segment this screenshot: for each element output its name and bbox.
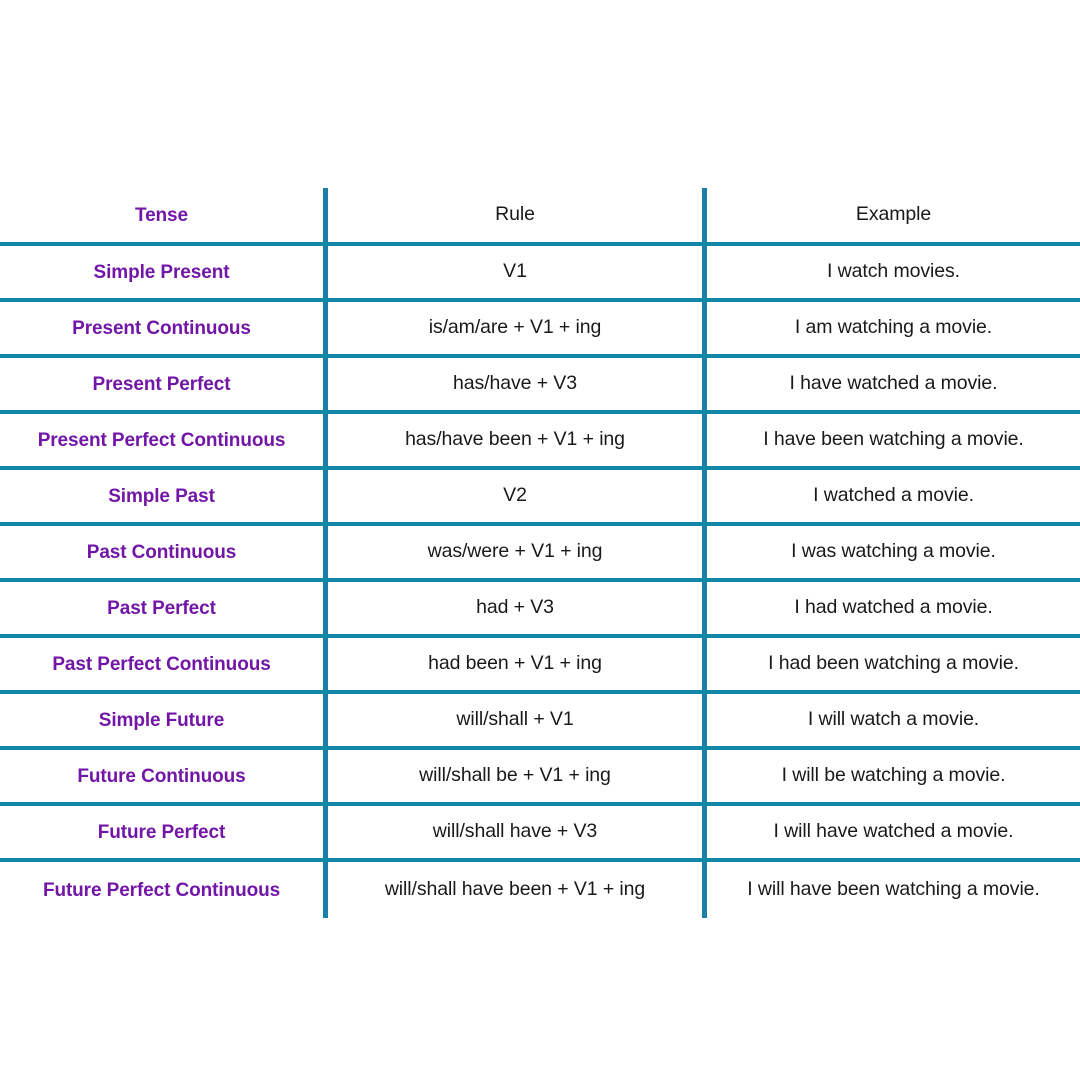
tense-name: Past Perfect xyxy=(107,597,216,619)
tense-rule: is/am/are + V1 + ing xyxy=(428,316,602,339)
tense-name: Future Perfect xyxy=(97,821,226,843)
cell-example: I have watched a movie. xyxy=(707,358,1080,410)
cell-rule: V1 xyxy=(328,246,707,298)
tense-rule: V1 xyxy=(503,260,527,283)
tense-name: Past Continuous xyxy=(86,541,237,563)
column-header-rule: Rule xyxy=(328,188,707,242)
tense-rule: had + V3 xyxy=(476,596,554,619)
tense-rule: has/have been + V1 + ing xyxy=(405,428,625,451)
table-row: Simple Past V2 I watched a movie. xyxy=(0,470,1080,526)
cell-rule: will/shall + V1 xyxy=(328,694,707,746)
table-row: Present Continuous is/am/are + V1 + ing … xyxy=(0,302,1080,358)
table-row: Simple Future will/shall + V1 I will wat… xyxy=(0,694,1080,750)
column-header-example: Example xyxy=(707,188,1080,242)
tense-example: I had watched a movie. xyxy=(794,596,993,619)
cell-example: I will be watching a movie. xyxy=(707,750,1080,802)
cell-example: I watch movies. xyxy=(707,246,1080,298)
table-row: Simple Present V1 I watch movies. xyxy=(0,246,1080,302)
tense-example: I am watching a movie. xyxy=(794,316,993,339)
tense-rule: had been + V1 + ing xyxy=(428,652,602,675)
tense-name: Past Perfect Continuous xyxy=(52,653,271,675)
cell-rule: will/shall have been + V1 + ing xyxy=(328,862,707,918)
column-header-example-label: Example xyxy=(855,203,932,226)
tense-name: Future Perfect Continuous xyxy=(42,879,281,901)
cell-example: I will have been watching a movie. xyxy=(707,862,1080,918)
tense-rule: will/shall + V1 xyxy=(456,708,574,731)
table-row: Past Perfect had + V3 I had watched a mo… xyxy=(0,582,1080,638)
cell-rule: had been + V1 + ing xyxy=(328,638,707,690)
table-row: Future Perfect will/shall have + V3 I wi… xyxy=(0,806,1080,862)
tense-example: I have watched a movie. xyxy=(789,372,998,395)
tense-reference-chart: Tense Rule Example Simple Present V1 I w… xyxy=(0,0,1080,1080)
cell-example: I watched a movie. xyxy=(707,470,1080,522)
table-row: Future Perfect Continuous will/shall hav… xyxy=(0,862,1080,918)
tense-rule: V2 xyxy=(503,484,527,507)
cell-rule: is/am/are + V1 + ing xyxy=(328,302,707,354)
cell-rule: was/were + V1 + ing xyxy=(328,526,707,578)
cell-rule: has/have been + V1 + ing xyxy=(328,414,707,466)
tense-example: I will have watched a movie. xyxy=(773,820,1014,843)
tense-rule: was/were + V1 + ing xyxy=(427,540,603,563)
tense-name: Future Continuous xyxy=(77,765,246,787)
cell-example: I am watching a movie. xyxy=(707,302,1080,354)
tense-example: I will have been watching a movie. xyxy=(747,878,1040,901)
cell-example: I had watched a movie. xyxy=(707,582,1080,634)
tense-example: I have been watching a movie. xyxy=(763,428,1024,451)
cell-rule: V2 xyxy=(328,470,707,522)
tense-name: Present Continuous xyxy=(72,317,251,339)
cell-tense: Simple Past xyxy=(0,470,328,522)
table-row: Future Continuous will/shall be + V1 + i… xyxy=(0,750,1080,806)
cell-example: I had been watching a movie. xyxy=(707,638,1080,690)
cell-tense: Past Perfect Continuous xyxy=(0,638,328,690)
tense-rule: will/shall have + V3 xyxy=(432,820,598,843)
cell-tense: Present Perfect xyxy=(0,358,328,410)
column-header-tense: Tense xyxy=(0,188,328,242)
cell-tense: Present Continuous xyxy=(0,302,328,354)
cell-example: I was watching a movie. xyxy=(707,526,1080,578)
tense-rule: will/shall be + V1 + ing xyxy=(419,764,611,787)
cell-tense: Simple Future xyxy=(0,694,328,746)
cell-tense: Future Continuous xyxy=(0,750,328,802)
table-header-row: Tense Rule Example xyxy=(0,188,1080,246)
tense-name: Simple Future xyxy=(98,709,225,731)
cell-example: I have been watching a movie. xyxy=(707,414,1080,466)
tense-example: I was watching a movie. xyxy=(791,540,996,563)
tense-rule: has/have + V3 xyxy=(453,372,577,395)
tense-example: I watch movies. xyxy=(827,260,960,283)
cell-tense: Present Perfect Continuous xyxy=(0,414,328,466)
column-header-rule-label: Rule xyxy=(495,203,535,226)
cell-tense: Past Continuous xyxy=(0,526,328,578)
table-row: Present Perfect has/have + V3 I have wat… xyxy=(0,358,1080,414)
table-row: Past Continuous was/were + V1 + ing I wa… xyxy=(0,526,1080,582)
tense-example: I will be watching a movie. xyxy=(781,764,1006,787)
tense-name: Simple Present xyxy=(93,261,230,283)
cell-tense: Simple Present xyxy=(0,246,328,298)
cell-tense: Future Perfect Continuous xyxy=(0,862,328,918)
cell-tense: Future Perfect xyxy=(0,806,328,858)
column-header-tense-label: Tense xyxy=(134,204,188,226)
table-row: Past Perfect Continuous had been + V1 + … xyxy=(0,638,1080,694)
cell-example: I will watch a movie. xyxy=(707,694,1080,746)
cell-tense: Past Perfect xyxy=(0,582,328,634)
cell-example: I will have watched a movie. xyxy=(707,806,1080,858)
cell-rule: has/have + V3 xyxy=(328,358,707,410)
cell-rule: will/shall have + V3 xyxy=(328,806,707,858)
tense-table: Tense Rule Example Simple Present V1 I w… xyxy=(0,188,1080,918)
tense-example: I will watch a movie. xyxy=(807,708,980,731)
cell-rule: had + V3 xyxy=(328,582,707,634)
tense-name: Present Perfect xyxy=(92,373,231,395)
table-row: Present Perfect Continuous has/have been… xyxy=(0,414,1080,470)
tense-rule: will/shall have been + V1 + ing xyxy=(384,878,646,901)
tense-example: I watched a movie. xyxy=(813,484,974,507)
tense-example: I had been watching a movie. xyxy=(768,652,1019,675)
tense-name: Present Perfect Continuous xyxy=(37,429,286,451)
cell-rule: will/shall be + V1 + ing xyxy=(328,750,707,802)
tense-name: Simple Past xyxy=(108,485,215,507)
